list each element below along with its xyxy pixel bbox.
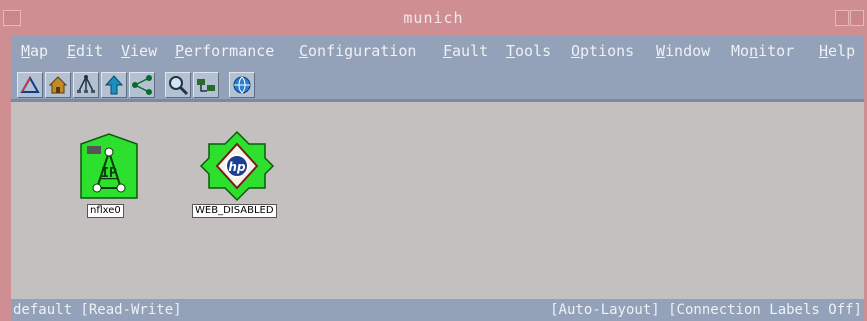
minimize-button[interactable] <box>835 10 849 26</box>
node-web-disabled[interactable]: hp <box>199 130 275 202</box>
network-tree-button[interactable] <box>73 72 99 98</box>
menu-view[interactable]: View <box>121 42 157 60</box>
home-icon <box>48 76 68 94</box>
menu-tools[interactable]: Tools <box>506 42 551 60</box>
hp-web-icon: hp <box>199 130 275 202</box>
network-segment-icon <box>197 79 215 92</box>
menu-help[interactable]: Help <box>819 42 855 60</box>
connect-nodes-icon <box>132 75 152 95</box>
menu-fault[interactable]: Fault <box>443 42 488 60</box>
network-tree-icon <box>77 75 95 93</box>
menu-options[interactable]: Options <box>571 42 634 60</box>
node-label[interactable]: nflxe0 <box>87 204 124 218</box>
measure-icon <box>20 75 40 93</box>
toolbar <box>11 66 864 102</box>
title-bar[interactable]: munich <box>0 0 867 36</box>
status-layout: [Auto-Layout] [Connection Labels Off] <box>550 302 862 318</box>
svg-text:IP: IP <box>101 166 117 181</box>
node-nflxe0[interactable]: IP <box>77 132 141 202</box>
window-title: munich <box>403 9 464 27</box>
menu-performance[interactable]: Performance <box>175 42 274 60</box>
globe-button[interactable] <box>229 72 255 98</box>
svg-text:hp: hp <box>228 160 246 174</box>
zoom-search-button[interactable] <box>165 72 191 98</box>
status-bar: default [Read-Write] [Auto-Layout] [Conn… <box>11 299 864 321</box>
network-segment-button[interactable] <box>193 72 219 98</box>
home-tool-button[interactable] <box>45 72 71 98</box>
menu-monitor[interactable]: Monitor <box>731 42 794 60</box>
node-label[interactable]: WEB_DISABLED <box>192 204 277 218</box>
menu-map[interactable]: Map <box>21 42 48 60</box>
up-arrow-button[interactable] <box>101 72 127 98</box>
map-canvas[interactable]: IP nflxe0 hp WEB_DISABLED <box>11 102 864 299</box>
ip-network-icon: IP <box>80 133 138 199</box>
maximize-button[interactable] <box>850 10 864 26</box>
menu-configuration[interactable]: Configuration <box>299 42 416 60</box>
connect-nodes-button[interactable] <box>129 72 155 98</box>
up-arrow-icon <box>104 75 124 95</box>
zoom-search-icon <box>169 76 189 96</box>
measure-tool-button[interactable] <box>17 72 43 98</box>
menu-window[interactable]: Window <box>656 42 710 60</box>
status-mode: default [Read-Write] <box>13 302 182 318</box>
globe-icon <box>233 76 251 94</box>
menu-edit[interactable]: Edit <box>67 42 103 60</box>
menu-bar: Map Edit View Performance Configuration … <box>11 36 864 66</box>
